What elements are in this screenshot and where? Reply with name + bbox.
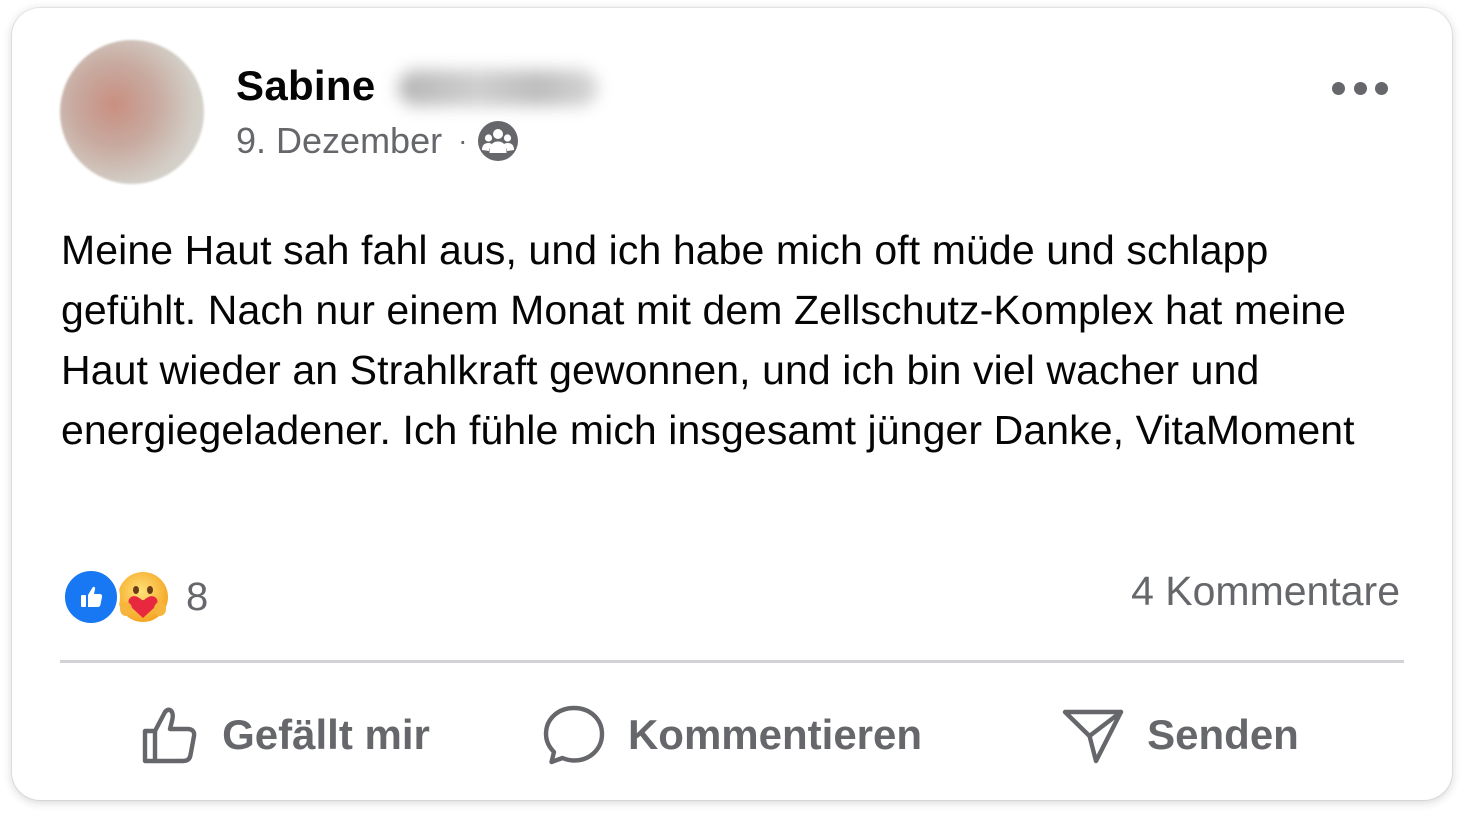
avatar[interactable]: [60, 40, 204, 184]
care-reaction-icon: [114, 568, 172, 626]
like-reaction-icon: [62, 568, 120, 626]
comment-label: Kommentieren: [627, 711, 923, 758]
thumbs-up-icon: [138, 704, 200, 766]
post-card: Sabine 9. Dezember · Meine Haut sah fahl…: [12, 8, 1452, 800]
post-meta: 9. Dezember ·: [236, 118, 519, 164]
action-bar: Gefällt mir Kommentieren Senden: [60, 698, 1404, 772]
post-text: Meine Haut sah fahl aus, und ich habe mi…: [61, 227, 1355, 453]
like-button[interactable]: Gefällt mir: [60, 704, 508, 766]
post-date[interactable]: 9. Dezember: [236, 120, 442, 162]
meta-separator: ·: [458, 125, 468, 156]
author-name[interactable]: Sabine: [236, 62, 376, 110]
comment-bubble-icon: [542, 703, 606, 767]
more-options-icon[interactable]: [1332, 76, 1388, 100]
comment-count[interactable]: 4 Kommentare: [1131, 568, 1400, 615]
friends-icon[interactable]: [477, 120, 519, 162]
comment-button[interactable]: Kommentieren: [508, 703, 956, 767]
send-icon: [1061, 703, 1125, 767]
like-label: Gefällt mir: [222, 711, 430, 758]
send-button[interactable]: Senden: [956, 703, 1404, 767]
reactions-summary[interactable]: 8: [62, 566, 208, 628]
reaction-count: 8: [186, 574, 209, 619]
divider: [60, 660, 1404, 663]
send-label: Senden: [1147, 711, 1299, 758]
author-surname-redacted: [398, 70, 598, 106]
